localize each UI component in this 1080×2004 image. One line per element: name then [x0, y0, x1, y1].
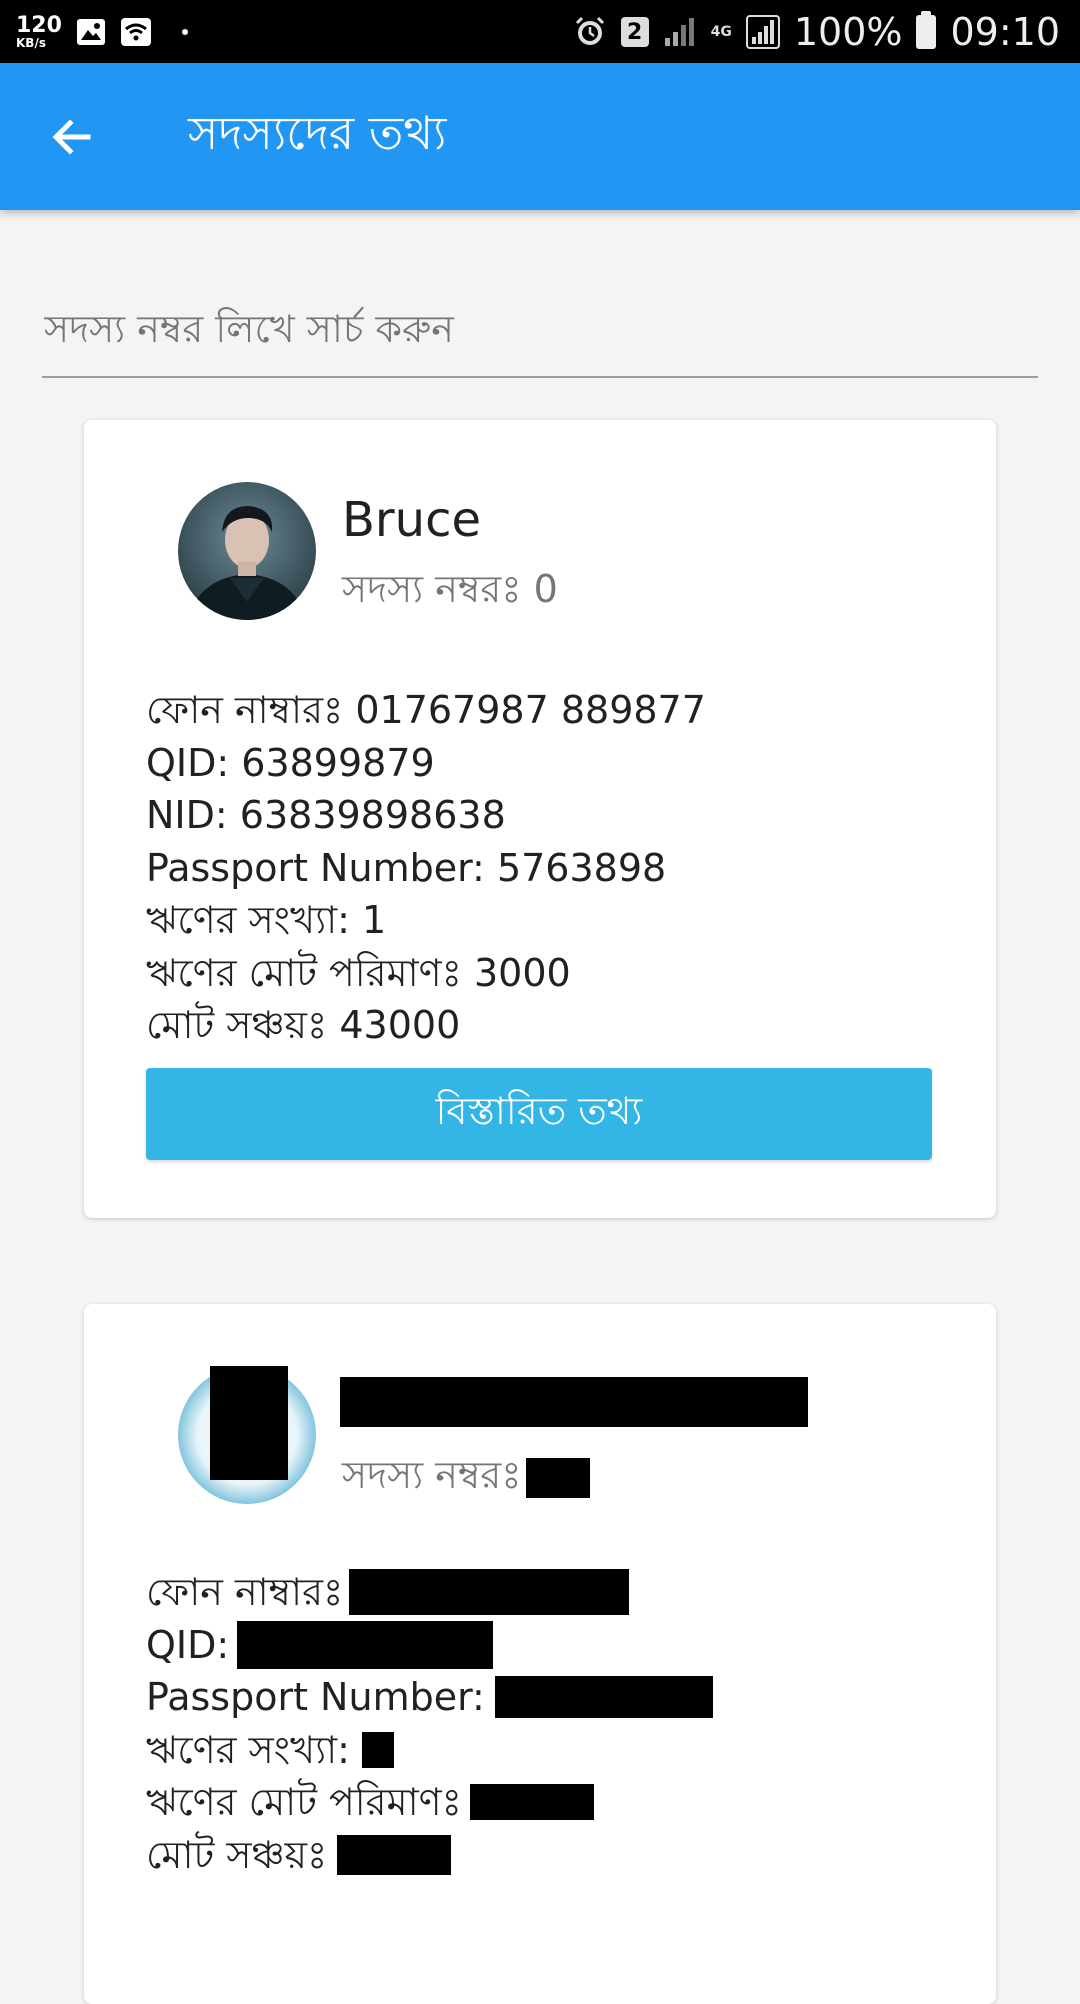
loan-total-label: ঋণের মোট পরিমাণঃ: [146, 1780, 462, 1824]
member-number-label: সদস্য নম্বরঃ: [342, 1453, 522, 1497]
status-bar: 120 KB/s 2 4G 100% 09:10: [0, 0, 1080, 63]
savings-label: মোট সঞ্চয়ঃ: [146, 1832, 328, 1877]
redacted-value: [349, 1569, 630, 1616]
member-details: ফোন নাম্বারঃ QID: Passport Number: ঋণের …: [146, 1566, 713, 1881]
sim-badge: 2: [620, 17, 649, 47]
member-number: সদস্য নম্বরঃ: [342, 1446, 590, 1510]
signal-weak-icon: [663, 16, 697, 48]
passport-value: 5763898: [496, 845, 667, 890]
savings-row: মোট সঞ্চয়ঃ 43000: [146, 999, 706, 1052]
passport-label: Passport Number:: [146, 845, 485, 890]
redacted-avatar: [210, 1366, 288, 1480]
arrow-back-icon: [52, 119, 91, 155]
phone-value: 01767987 889877: [355, 688, 706, 732]
redacted-value: [469, 1784, 594, 1821]
loan-count-row: ঋণের সংখ্যা:: [146, 1724, 713, 1777]
details-button[interactable]: বিস্তারিত তথ্য: [146, 1068, 932, 1160]
redacted-value: [361, 1731, 394, 1768]
gallery-icon: [76, 18, 106, 46]
network-speed-unit: KB/s: [16, 36, 46, 50]
loan-total-value: 3000: [474, 950, 571, 995]
nid-row: NID: 63839898638: [146, 789, 706, 842]
back-button[interactable]: [40, 105, 104, 169]
network-type: 4G: [710, 24, 732, 40]
savings-value: 43000: [339, 1003, 461, 1047]
phone-label: ফোন নাম্বারঃ: [146, 1570, 344, 1614]
redacted-value: [494, 1676, 713, 1719]
member-details: ফোন নাম্বারঃ 01767987 889877 QID: 638998…: [146, 684, 706, 1052]
nid-value: 63839898638: [239, 793, 506, 837]
phone-row: ফোন নাম্বারঃ 01767987 889877: [146, 684, 706, 737]
redacted-value: [337, 1834, 452, 1875]
clock: 09:10: [950, 10, 1060, 54]
battery-icon: [916, 11, 937, 49]
loan-count-label: ঋণের সংখ্যা:: [146, 898, 350, 942]
redacted-value: [237, 1620, 494, 1669]
redacted-value: [525, 1458, 590, 1498]
battery-percent: 100%: [793, 10, 903, 54]
phone-row: ফোন নাম্বারঃ: [146, 1566, 713, 1619]
savings-label: মোট সঞ্চয়ঃ: [146, 1003, 328, 1047]
qid-value: 63899879: [241, 740, 435, 785]
savings-row: মোট সঞ্চয়ঃ: [146, 1829, 713, 1882]
loan-total-row: ঋণের মোট পরিমাণঃ 3000: [146, 947, 706, 1000]
signal-icon: [745, 15, 780, 49]
network-speed-value: 120: [16, 13, 62, 38]
loan-count-value: 1: [362, 898, 387, 942]
qid-row: QID:: [146, 1619, 713, 1672]
network-speed: 120 KB/s: [16, 13, 62, 50]
qid-label: QID:: [146, 740, 230, 785]
member-name: Bruce: [342, 492, 482, 548]
alarm-icon: [573, 15, 607, 49]
page-title: সদস্যদের তথ্য: [188, 106, 447, 160]
qid-row: QID: 63899879: [146, 737, 706, 790]
wifi-hotspot-icon: [120, 17, 152, 47]
nid-label: NID:: [146, 793, 228, 837]
qid-label: QID:: [146, 1622, 230, 1667]
loan-count-label: ঋণের সংখ্যা:: [146, 1727, 350, 1772]
avatar: [178, 482, 316, 620]
member-number: সদস্য নম্বরঃ 0: [342, 560, 558, 624]
member-card: Bruce সদস্য নম্বরঃ 0 ফোন নাম্বারঃ 017679…: [84, 420, 996, 1218]
member-number-value: 0: [533, 567, 558, 611]
phone-label: ফোন নাম্বারঃ: [146, 688, 344, 732]
member-number-label: সদস্য নম্বরঃ: [342, 567, 522, 611]
loan-count-row: ঋণের সংখ্যা: 1: [146, 894, 706, 947]
loan-total-label: ঋণের মোট পরিমাণঃ: [146, 950, 462, 995]
notification-dot-icon: [181, 29, 188, 35]
passport-label: Passport Number:: [146, 1675, 485, 1719]
passport-row: Passport Number: 5763898: [146, 842, 706, 895]
app-bar: সদস্যদের তথ্য: [0, 63, 1080, 210]
search-input[interactable]: [42, 282, 1038, 378]
passport-row: Passport Number:: [146, 1671, 713, 1724]
loan-total-row: ঋণের মোট পরিমাণঃ: [146, 1776, 713, 1829]
redacted-name: [340, 1377, 808, 1427]
member-card: সদস্য নম্বরঃ ফোন নাম্বারঃ QID: Passport …: [84, 1304, 996, 2004]
